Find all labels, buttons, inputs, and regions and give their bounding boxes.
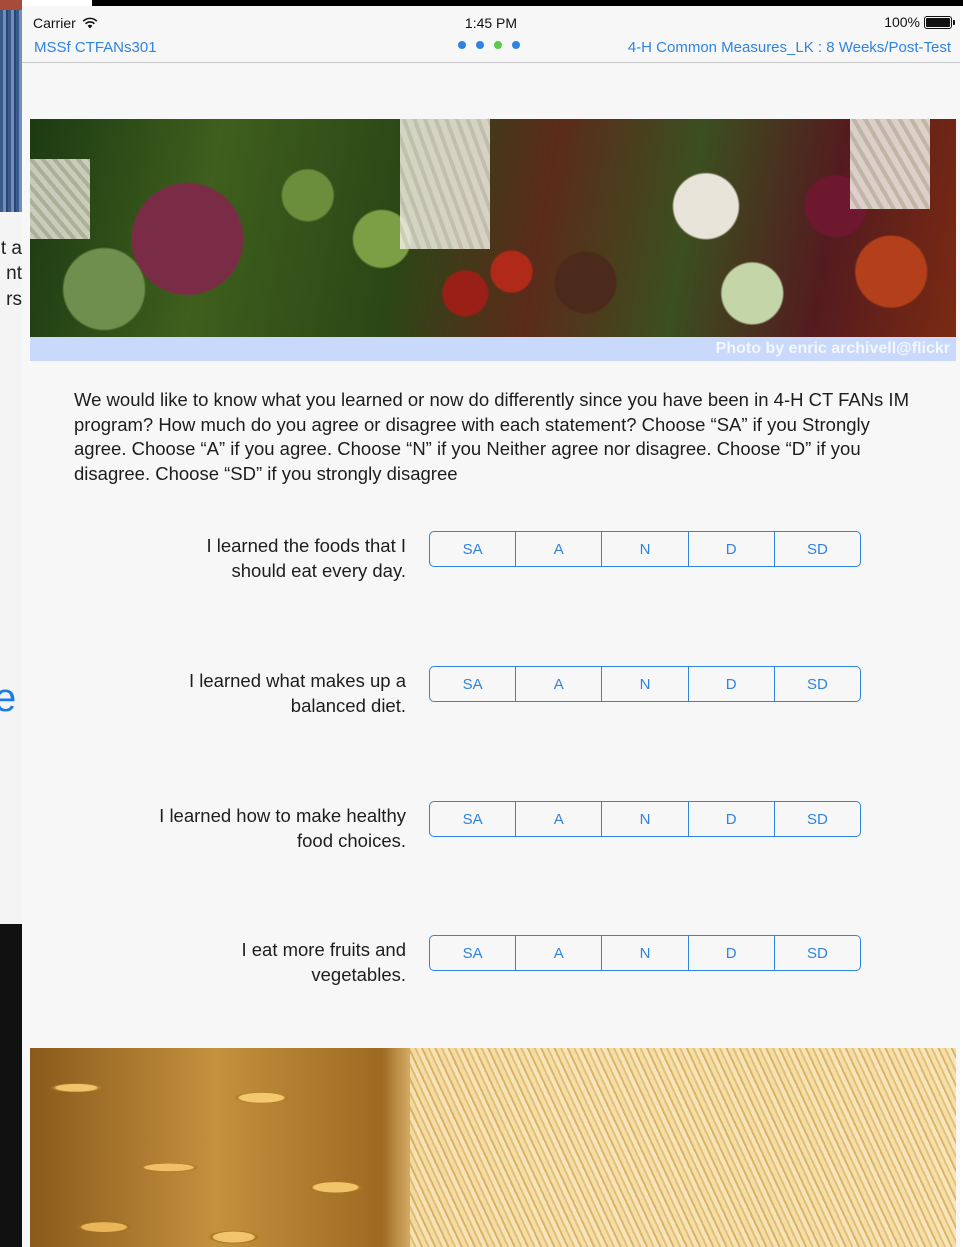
option-n-button[interactable]: N: [602, 802, 689, 836]
battery-indicator: 100%: [884, 14, 955, 30]
survey-question: I learned the foods that I should eat ev…: [22, 531, 960, 594]
survey-question: I eat more fruits and vegetables. SA A N…: [22, 935, 960, 998]
question-label: I learned what makes up a balanced diet.: [189, 670, 406, 716]
likert-segmented-control: SA A N D SD: [429, 935, 861, 971]
battery-percent: 100%: [884, 14, 920, 30]
status-bar: Carrier 1:45 PM 100%: [22, 6, 960, 36]
question-label: I learned the foods that I should eat ev…: [206, 535, 406, 581]
option-d-button[interactable]: D: [689, 667, 775, 701]
nav-right-title: 4-H Common Measures_LK : 8 Weeks/Post-Te…: [627, 39, 951, 56]
background-big-letter: e: [0, 676, 17, 720]
survey-app: Carrier 1:45 PM 100% MSSf CTFANs301 4-H …: [22, 6, 960, 1247]
page-indicator[interactable]: [458, 41, 520, 49]
pasta-footer-image: [30, 1048, 956, 1247]
status-time: 1:45 PM: [464, 15, 518, 31]
option-sd-button[interactable]: SD: [775, 802, 860, 836]
option-d-button[interactable]: D: [689, 936, 775, 970]
background-photo: [0, 0, 22, 212]
option-a-button[interactable]: A: [516, 802, 603, 836]
option-sa-button[interactable]: SA: [430, 532, 517, 566]
background-dark-panel: [0, 924, 22, 1247]
background-text-fragment: rs: [6, 289, 22, 310]
option-sd-button[interactable]: SD: [775, 936, 860, 970]
question-label: I learned how to make healthy food choic…: [159, 805, 406, 851]
likert-segmented-control: SA A N D SD: [429, 801, 861, 837]
vegetables-hero-image: [30, 119, 956, 337]
option-sd-button[interactable]: SD: [775, 667, 860, 701]
navigation-bar: MSSf CTFANs301 4-H Common Measures_LK : …: [22, 36, 960, 63]
option-a-button[interactable]: A: [516, 936, 603, 970]
option-a-button[interactable]: A: [516, 667, 603, 701]
nav-left-title[interactable]: MSSf CTFANs301: [34, 39, 157, 56]
option-sd-button[interactable]: SD: [775, 532, 860, 566]
option-n-button[interactable]: N: [602, 667, 689, 701]
background-app: t a nt rs e: [0, 0, 22, 1247]
background-text-fragment: t a: [0, 238, 22, 259]
survey-question: I learned how to make healthy food choic…: [22, 801, 960, 864]
page-dot[interactable]: [512, 41, 520, 49]
option-d-button[interactable]: D: [689, 532, 775, 566]
battery-icon: [924, 15, 955, 29]
photo-credit: Photo by enric archivell@flickr: [30, 337, 956, 361]
option-sa-button[interactable]: SA: [430, 802, 517, 836]
option-a-button[interactable]: A: [516, 532, 603, 566]
page-dot[interactable]: [476, 41, 484, 49]
page-dot[interactable]: [458, 41, 466, 49]
likert-segmented-control: SA A N D SD: [429, 666, 861, 702]
option-sa-button[interactable]: SA: [430, 936, 517, 970]
option-n-button[interactable]: N: [602, 936, 689, 970]
option-sa-button[interactable]: SA: [430, 667, 517, 701]
survey-question: I learned what makes up a balanced diet.…: [22, 666, 960, 729]
question-label: I eat more fruits and vegetables.: [241, 939, 406, 985]
background-text-fragment: nt: [6, 263, 22, 284]
page-dot-active[interactable]: [494, 41, 502, 49]
option-n-button[interactable]: N: [602, 532, 689, 566]
option-d-button[interactable]: D: [689, 802, 775, 836]
survey-instructions: We would like to know what you learned o…: [74, 389, 909, 484]
likert-segmented-control: SA A N D SD: [429, 531, 861, 567]
